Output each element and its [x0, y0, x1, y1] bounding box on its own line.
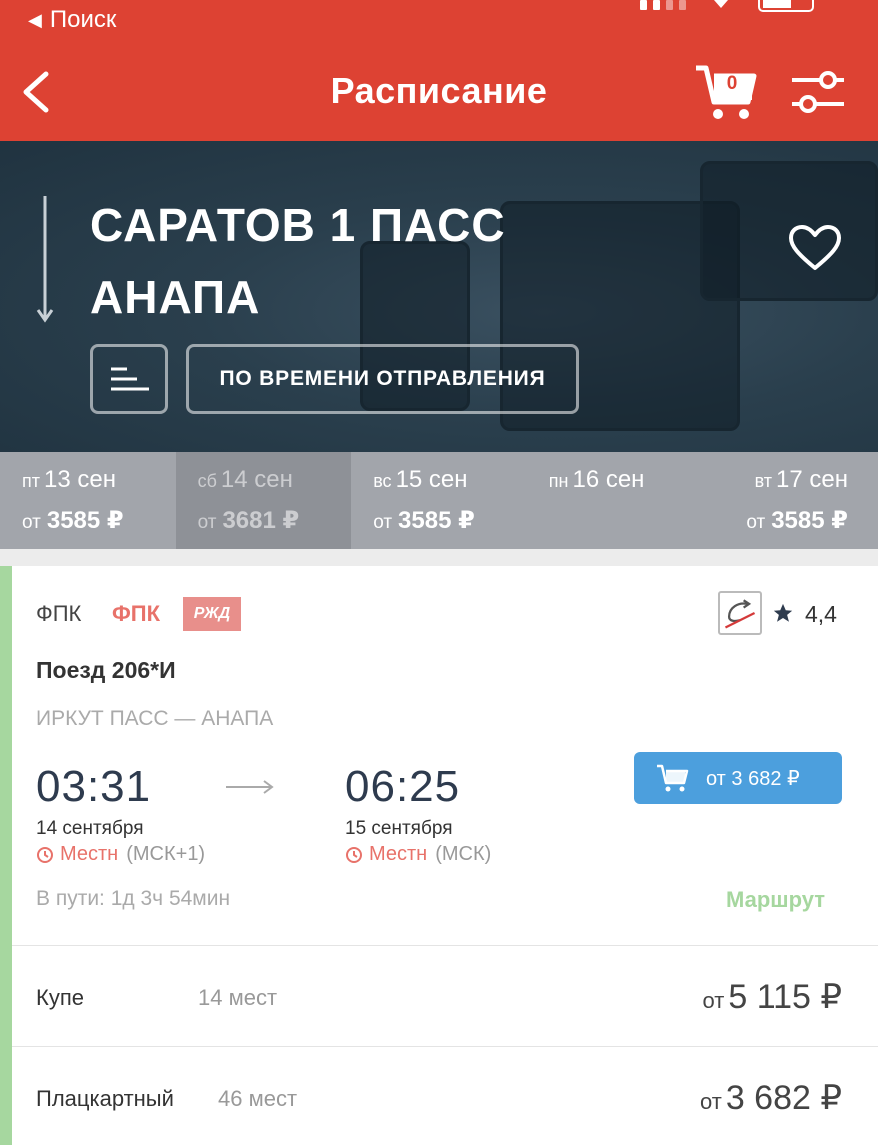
seat-class-label: Плацкартный [36, 1086, 174, 1111]
arrival-date: 15 сентября [345, 818, 453, 839]
date-day: 17 сен [776, 466, 848, 493]
departure-date: 14 сентября [36, 818, 144, 839]
departure-station: САРАТОВ 1 ПАСС [90, 199, 506, 251]
carrier-name: ФПК [36, 601, 82, 626]
date-price: 3681 ₽ [222, 507, 300, 534]
train-rating: 4,4 [805, 601, 837, 627]
back-to-search-link[interactable]: ◀ Поиск [28, 6, 116, 34]
departure-time: 03:31 [36, 762, 152, 811]
seat-price-value: 5 115 ₽ [728, 978, 842, 1016]
date-dow: вт [754, 471, 772, 491]
date-day: 16 сен [572, 466, 645, 493]
date-dow: вс [373, 471, 392, 491]
seat-count: 46 мест [218, 1086, 298, 1111]
date-tab-selected[interactable]: сб 14 сен от 3681 ₽ [175, 452, 352, 549]
divider [12, 1046, 878, 1047]
star-icon [773, 603, 793, 622]
seat-price-value: 3 682 ₽ [725, 1079, 842, 1117]
date-selector: пт 13 сен от 3585 ₽ сб 14 сен от 3681 ₽ вс 15… [0, 452, 878, 549]
date-tab[interactable]: пн 16 сен [527, 452, 703, 549]
train-number: Поезд 206*И [36, 657, 176, 683]
sort-by-departure-button[interactable]: ПО ВРЕМЕНИ ОТПРАВЛЕНИЯ [186, 344, 579, 414]
departure-local-time: Местн (МСК+1) [36, 843, 205, 866]
date-day: 15 сен [395, 466, 468, 493]
rzd-logo: РЖД [183, 597, 241, 631]
cart-icon [657, 764, 689, 792]
timezone-label: (МСК) [435, 843, 492, 865]
seat-count: 14 мест [198, 985, 278, 1010]
date-dow: пн [548, 471, 569, 491]
arrival-local-time: Местн (МСК) [345, 843, 491, 866]
seat-class-label: Купе [36, 985, 84, 1010]
wifi-icon [714, 0, 728, 8]
date-dow: пт [22, 471, 40, 491]
battery-icon [758, 0, 814, 12]
buy-ticket-label: от 3 682 ₽ [706, 767, 800, 790]
date-price: 3585 ₽ [398, 507, 475, 534]
local-label: Местн [369, 843, 428, 865]
top-bar: ◀ Поиск Расписание 0 [0, 0, 878, 141]
date-price-prefix: от [373, 512, 393, 533]
back-to-search-label: Поиск [49, 6, 117, 33]
travel-duration: В пути: 1д 3ч 54мин [36, 887, 231, 910]
timezone-label: (МСК+1) [126, 843, 206, 865]
train-route: ИРКУТ ПАСС — АНАПА [36, 707, 274, 730]
seat-price[interactable]: от 3 682 ₽ [700, 1078, 842, 1118]
date-day: 13 сен [44, 466, 116, 493]
buy-ticket-button[interactable]: от 3 682 ₽ [634, 752, 842, 804]
date-price: 3585 ₽ [46, 507, 124, 534]
date-price: 3585 ₽ [771, 507, 848, 534]
favorite-heart-icon[interactable] [788, 224, 842, 272]
clock-icon [346, 846, 362, 863]
seat-price[interactable]: от 5 115 ₽ [703, 977, 842, 1017]
date-tab[interactable]: вс 15 сен от 3585 ₽ [351, 452, 527, 549]
route-link[interactable]: Маршрут [726, 887, 825, 913]
seat-price-prefix: от [700, 1089, 722, 1114]
date-tab[interactable]: пт 13 сен от 3585 ₽ [0, 452, 176, 549]
arrival-time: 06:25 [345, 762, 461, 811]
no-smoking-icon [718, 591, 762, 635]
date-price-prefix: от [746, 512, 766, 533]
signal-icon [640, 0, 688, 10]
route-direction-arrow-icon [36, 196, 54, 323]
filter-sliders-icon[interactable] [790, 68, 846, 116]
right-arrow-icon [226, 780, 274, 794]
date-price-prefix: от [22, 512, 41, 533]
arrival-station: АНАПА [90, 271, 261, 323]
date-price-prefix: от [197, 512, 217, 533]
seat-price-prefix: от [702, 988, 725, 1013]
date-dow: сб [197, 471, 217, 491]
sort-lines-icon [111, 367, 149, 391]
sort-order-button[interactable] [90, 344, 168, 414]
date-tab[interactable]: вт 17 сен от 3585 ₽ [702, 452, 878, 549]
clock-icon [37, 846, 53, 863]
divider [12, 945, 878, 946]
back-triangle-icon: ◀ [28, 9, 42, 30]
local-label: Местн [60, 843, 119, 865]
carrier-brand: ФПК [112, 601, 161, 626]
cart-count-badge: 0 [726, 73, 738, 94]
date-day: 14 сен [220, 466, 293, 493]
